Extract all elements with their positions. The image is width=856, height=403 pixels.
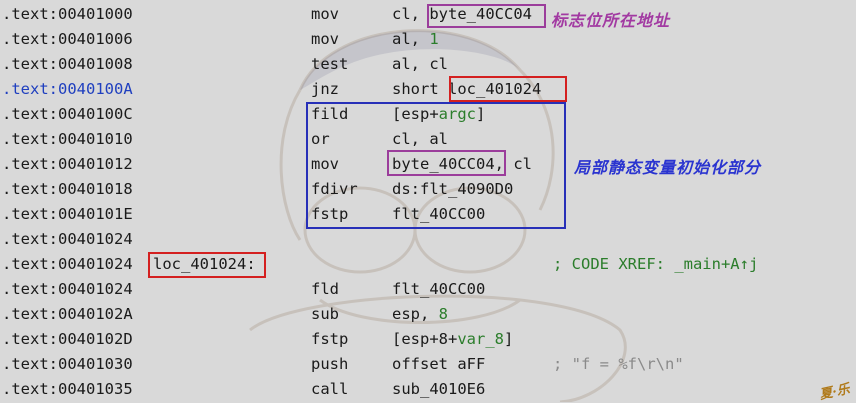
operand-part[interactable]: ] [504, 330, 513, 348]
address[interactable]: .text:00401024 [2, 277, 133, 302]
mnemonic[interactable]: call [311, 377, 348, 402]
address[interactable]: .text:00401024 [2, 227, 133, 252]
mnemonic[interactable]: jnz [311, 77, 339, 102]
address[interactable]: .text:00401035 [2, 377, 133, 402]
listing-row[interactable]: .text:00401006 mov al, 1 [0, 27, 856, 52]
flag-address-box [427, 4, 546, 28]
operand-part[interactable]: esp, [392, 305, 439, 323]
operands[interactable]: esp, 8 [392, 302, 448, 327]
address[interactable]: .text:00401000 [2, 2, 133, 27]
operand-part[interactable]: [esp+8+ [392, 330, 457, 348]
operand-part[interactable]: var_8 [457, 330, 504, 348]
operands[interactable]: al, 1 [392, 27, 439, 52]
flag-address-note: 标志位所在地址 [551, 11, 671, 30]
address[interactable]: .text:0040102D [2, 327, 133, 352]
operand-part[interactable]: 1 [429, 30, 438, 48]
operand-part[interactable]: offset aFF [392, 355, 485, 373]
address[interactable]: .text:0040100C [2, 102, 133, 127]
mnemonic[interactable]: fstp [311, 327, 348, 352]
comment: ; "f = %f\r\n" [553, 355, 684, 373]
mnemonic[interactable]: test [311, 52, 348, 77]
static-store-box [387, 150, 506, 176]
listing-row[interactable]: .text:00401035 call sub_4010E6 [0, 377, 856, 402]
mnemonic[interactable]: mov [311, 27, 339, 52]
operands[interactable]: offset aFF [392, 352, 485, 377]
address[interactable]: .text:00401010 [2, 127, 133, 152]
loc-label-box [148, 252, 266, 278]
jump-target-box [449, 76, 567, 102]
address[interactable]: .text:00401030 [2, 352, 133, 377]
address[interactable]: .text:00401006 [2, 27, 133, 52]
operand-part[interactable]: al, cl [392, 55, 448, 73]
address[interactable]: .text:00401008 [2, 52, 133, 77]
listing-row[interactable]: .text:00401024 [0, 227, 856, 252]
static-init-note: 局部静态变量初始化部分 [574, 158, 762, 177]
listing-row[interactable]: .text:0040102A sub esp, 8 [0, 302, 856, 327]
address[interactable]: .text:00401024 [2, 252, 133, 277]
address[interactable]: .text:0040101E [2, 202, 133, 227]
operand-part[interactable]: cl, [392, 5, 429, 23]
mnemonic[interactable]: sub [311, 302, 339, 327]
listing-row[interactable]: .text:0040102D fstp [esp+8+var_8] [0, 327, 856, 352]
operand-part[interactable]: flt_40CC00 [392, 280, 485, 298]
operand-part[interactable]: sub_4010E6 [392, 380, 485, 398]
address[interactable]: .text:00401012 [2, 152, 133, 177]
listing-row[interactable]: .text:00401024 fld flt_40CC00 [0, 277, 856, 302]
listing-row[interactable]: .text:0040100A jnz short loc_401024 [0, 77, 856, 102]
operands[interactable]: flt_40CC00 [392, 277, 485, 302]
mnemonic[interactable]: mov [311, 2, 339, 27]
address[interactable]: .text:00401018 [2, 177, 133, 202]
operands[interactable]: [esp+8+var_8] [392, 327, 513, 352]
operands[interactable]: sub_4010E6 [392, 377, 485, 402]
operand-part[interactable]: short [392, 80, 448, 98]
address[interactable]: .text:0040100A [2, 77, 133, 102]
address[interactable]: .text:0040102A [2, 302, 133, 327]
comment: ; CODE XREF: _main+A↑j [553, 255, 759, 273]
operand-part[interactable]: 8 [439, 305, 448, 323]
listing-row[interactable]: .text:00401024 loc_401024:; CODE XREF: _m… [0, 252, 856, 277]
mnemonic[interactable]: push [311, 352, 348, 377]
mnemonic[interactable]: fld [311, 277, 339, 302]
listing-row[interactable]: .text:00401008 test al, cl [0, 52, 856, 77]
listing-row[interactable]: .text:00401030 push offset aFF ; "f = %f\r\… [0, 352, 856, 377]
operands[interactable]: al, cl [392, 52, 448, 77]
operand-part[interactable]: al, [392, 30, 429, 48]
